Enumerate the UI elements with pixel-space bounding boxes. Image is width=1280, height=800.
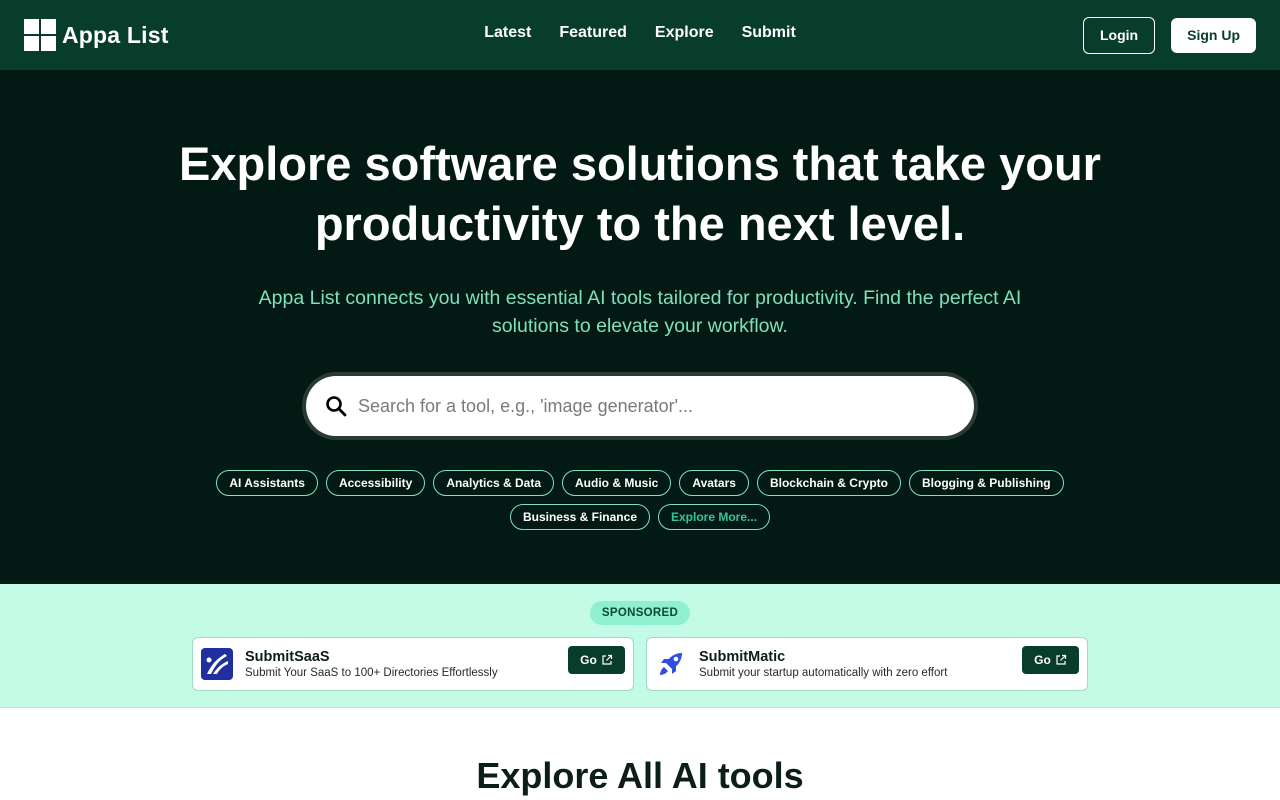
sponsored-section: SPONSORED SubmitSaaS Submit Your SaaS to… xyxy=(0,584,1280,708)
chip-ai-assistants[interactable]: AI Assistants xyxy=(216,470,318,496)
main-nav: Latest Featured Explore Submit xyxy=(484,24,796,42)
go-button-submitsaas[interactable]: Go xyxy=(568,646,625,674)
nav-latest[interactable]: Latest xyxy=(484,24,531,42)
search-bar xyxy=(302,372,978,440)
external-link-icon xyxy=(602,654,612,665)
nav-explore[interactable]: Explore xyxy=(655,24,714,42)
explore-title: Explore All AI tools xyxy=(476,755,804,796)
auth-buttons: Login Sign Up xyxy=(1083,16,1256,54)
chip-explore-more[interactable]: Explore More... xyxy=(658,504,771,530)
explore-section: Explore All AI tools xyxy=(0,708,1280,797)
external-link-icon xyxy=(1056,654,1066,665)
sponsored-badge: SPONSORED xyxy=(589,601,691,625)
search-icon xyxy=(326,396,347,417)
brand-logo[interactable]: Appa List xyxy=(24,19,169,51)
chip-blockchain-crypto[interactable]: Blockchain & Crypto xyxy=(756,470,901,496)
top-navbar: Appa List Latest Featured Explore Submit… xyxy=(0,0,1280,70)
submitsaas-logo-icon xyxy=(201,648,233,680)
login-button[interactable]: Login xyxy=(1083,16,1156,54)
card-description: Submit your startup automatically with z… xyxy=(699,667,948,679)
nav-featured[interactable]: Featured xyxy=(559,24,627,42)
chip-blogging-publishing[interactable]: Blogging & Publishing xyxy=(908,470,1064,496)
search-input[interactable] xyxy=(358,395,918,417)
rocket-logo-icon xyxy=(660,653,682,675)
card-title: SubmitSaaS xyxy=(245,649,330,665)
go-button-submitmatic[interactable]: Go xyxy=(1022,646,1079,674)
sponsored-card-submitsaas[interactable]: SubmitSaaS Submit Your SaaS to 100+ Dire… xyxy=(192,637,634,691)
chip-analytics-data[interactable]: Analytics & Data xyxy=(433,470,555,496)
hero-subtitle: Appa List connects you with essential AI… xyxy=(258,287,1022,337)
card-title: SubmitMatic xyxy=(699,649,786,665)
signup-button[interactable]: Sign Up xyxy=(1171,17,1256,53)
nav-submit[interactable]: Submit xyxy=(742,24,796,42)
sponsored-cards: SubmitSaaS Submit Your SaaS to 100+ Dire… xyxy=(192,637,1088,691)
category-chips: AI Assistants Accessibility Analytics & … xyxy=(190,470,1090,530)
go-label: Go xyxy=(580,653,597,667)
chip-accessibility[interactable]: Accessibility xyxy=(325,470,426,496)
chip-avatars[interactable]: Avatars xyxy=(679,470,749,496)
brand-name: Appa List xyxy=(62,21,169,48)
search-box[interactable] xyxy=(306,376,974,436)
card-description: Submit Your SaaS to 100+ Directories Eff… xyxy=(245,667,498,679)
hero-section: Explore software solutions that take you… xyxy=(0,70,1280,584)
sponsored-card-submitmatic[interactable]: SubmitMatic Submit your startup automati… xyxy=(646,637,1088,691)
chip-audio-music[interactable]: Audio & Music xyxy=(562,470,672,496)
go-label: Go xyxy=(1034,653,1051,667)
chip-business-finance[interactable]: Business & Finance xyxy=(509,504,650,530)
hero-title: Explore software solutions that take you… xyxy=(179,137,1101,250)
grid-logo-icon xyxy=(24,19,56,51)
